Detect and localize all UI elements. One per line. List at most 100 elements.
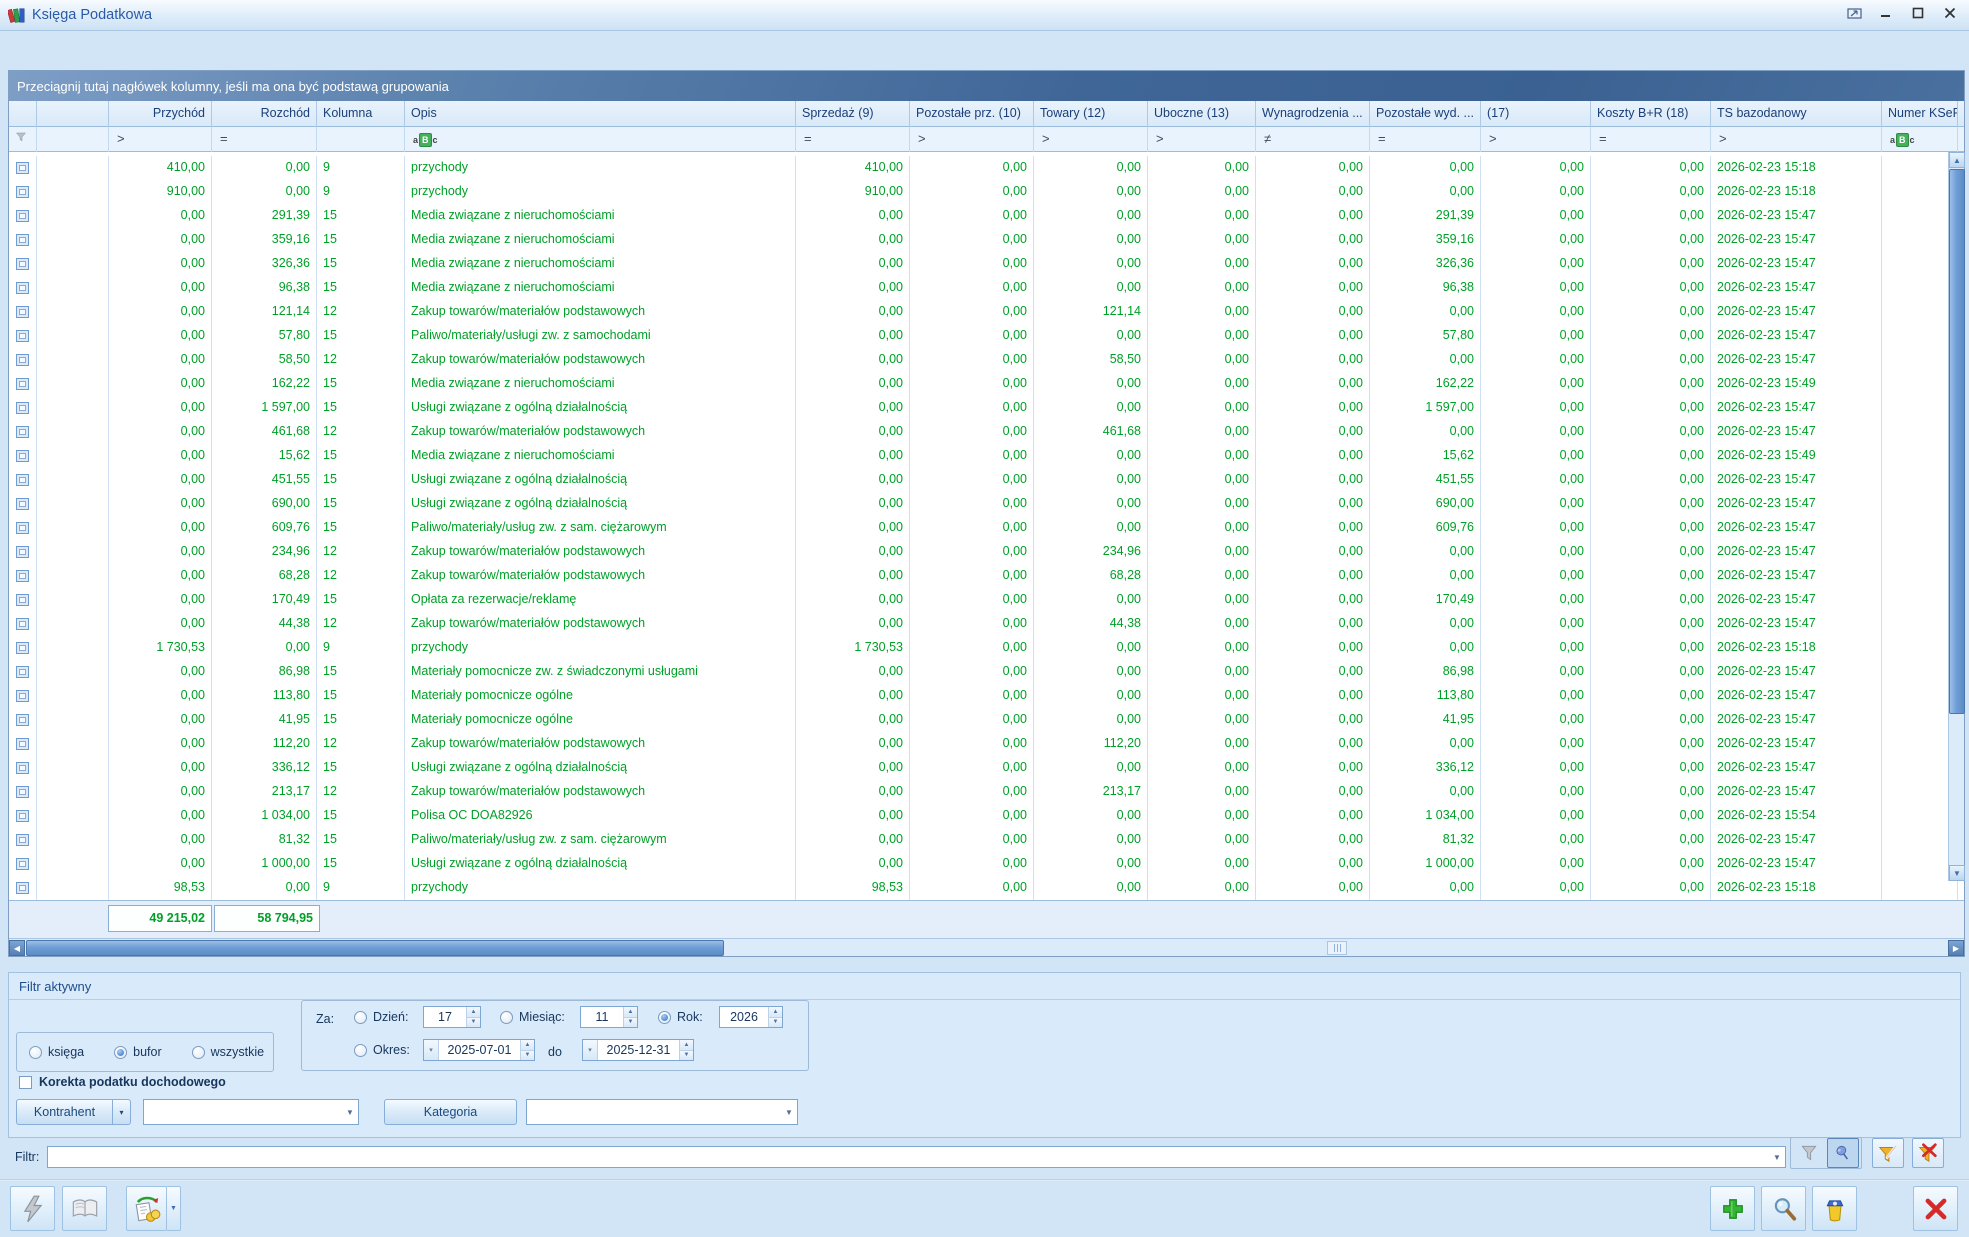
- construct-filter-button[interactable]: [1872, 1138, 1904, 1168]
- fullscreen-icon[interactable]: [1845, 4, 1863, 22]
- kontrahent-dropdown-icon[interactable]: ▾: [113, 1099, 131, 1125]
- filter-operator[interactable]: >: [1148, 127, 1256, 152]
- row-indicator-cell[interactable]: [9, 276, 37, 300]
- row-select-icon[interactable]: [16, 618, 29, 630]
- table-row[interactable]: 0,00162,2215Media związane z nieruchomoś…: [9, 372, 1964, 396]
- table-row[interactable]: 0,00121,1412Zakup towarów/materiałów pod…: [9, 300, 1964, 324]
- row-indicator-cell[interactable]: [9, 300, 37, 324]
- row-indicator-cell[interactable]: [9, 804, 37, 828]
- table-row[interactable]: 0,00451,5515Usługi związane z ogólną dzi…: [9, 468, 1964, 492]
- table-row[interactable]: 0,00690,0015Usługi związane z ogólną dzi…: [9, 492, 1964, 516]
- scrollbar-grip[interactable]: [1327, 941, 1347, 955]
- row-indicator-cell[interactable]: [9, 180, 37, 204]
- spin-arrows-icon[interactable]: ▲▼: [466, 1007, 480, 1027]
- row-indicator-cell[interactable]: [9, 876, 37, 900]
- korekta-checkbox-item[interactable]: Korekta podatku dochodowego: [19, 1075, 226, 1089]
- filter-operator[interactable]: >: [109, 127, 212, 152]
- column-header[interactable]: Kolumna: [317, 101, 405, 127]
- column-header[interactable]: TS bazodanowy: [1711, 101, 1882, 127]
- row-select-icon[interactable]: [16, 330, 29, 342]
- row-indicator-cell[interactable]: [9, 540, 37, 564]
- okres-from-date[interactable]: ▾ 2025-07-01 ▲▼: [423, 1039, 535, 1061]
- column-header[interactable]: Uboczne (13): [1148, 101, 1256, 127]
- row-select-icon[interactable]: [16, 738, 29, 750]
- row-indicator-cell[interactable]: [9, 444, 37, 468]
- view-button[interactable]: [1761, 1186, 1806, 1231]
- table-row[interactable]: 0,0068,2812Zakup towarów/materiałów pods…: [9, 564, 1964, 588]
- row-select-icon[interactable]: [16, 402, 29, 414]
- column-header[interactable]: Opis: [405, 101, 796, 127]
- renumber-dropdown-icon[interactable]: ▼: [167, 1186, 181, 1231]
- scope-option-wszystkie[interactable]: wszystkie: [192, 1045, 264, 1059]
- filter-row-funnel-icon[interactable]: [9, 127, 37, 152]
- kontrahent-split-button[interactable]: Kontrahent ▾: [16, 1099, 131, 1125]
- table-row[interactable]: 0,0086,9815Materiały pomocnicze zw. z św…: [9, 660, 1964, 684]
- table-row[interactable]: 0,00113,8015Materiały pomocnicze ogólne0…: [9, 684, 1964, 708]
- radio-miesiac-item[interactable]: Miesiąc:: [500, 1010, 565, 1024]
- row-indicator-cell[interactable]: [9, 156, 37, 180]
- row-indicator-cell[interactable]: [9, 708, 37, 732]
- filter-operator[interactable]: =: [796, 127, 910, 152]
- row-indicator-cell[interactable]: [9, 252, 37, 276]
- filter-operator[interactable]: =: [1370, 127, 1481, 152]
- row-select-icon[interactable]: [16, 282, 29, 294]
- column-header[interactable]: Pozostałe wyd. ...: [1370, 101, 1481, 127]
- table-row[interactable]: 0,00326,3615Media związane z nieruchomoś…: [9, 252, 1964, 276]
- column-header[interactable]: Pozostałe prz. (10): [910, 101, 1034, 127]
- row-indicator-cell[interactable]: [9, 732, 37, 756]
- scroll-down-icon[interactable]: ▼: [1949, 865, 1965, 881]
- row-indicator-cell[interactable]: [9, 324, 37, 348]
- okres-radio[interactable]: [354, 1044, 367, 1057]
- row-select-icon[interactable]: [16, 642, 29, 654]
- radio-okres-item[interactable]: Okres:: [354, 1043, 410, 1057]
- row-select-icon[interactable]: [16, 234, 29, 246]
- book-posting-button[interactable]: [10, 1186, 55, 1231]
- table-row[interactable]: 0,001 000,0015Usługi związane z ogólną d…: [9, 852, 1964, 876]
- column-header[interactable]: Wynagrodzenia ...: [1256, 101, 1370, 127]
- scroll-left-icon[interactable]: ◀: [9, 940, 25, 956]
- group-by-band[interactable]: Przeciągnij tutaj nagłówek kolumny, jeśl…: [9, 71, 1964, 101]
- row-indicator-cell[interactable]: [9, 372, 37, 396]
- column-header[interactable]: Towary (12): [1034, 101, 1148, 127]
- row-select-icon[interactable]: [16, 186, 29, 198]
- close-window-button[interactable]: [1913, 1186, 1958, 1231]
- table-row[interactable]: 0,00213,1712Zakup towarów/materiałów pod…: [9, 780, 1964, 804]
- row-select-icon[interactable]: [16, 762, 29, 774]
- row-select-icon[interactable]: [16, 570, 29, 582]
- filter-operator[interactable]: >: [910, 127, 1034, 152]
- row-select-icon[interactable]: [16, 714, 29, 726]
- column-header[interactable]: Przychód: [109, 101, 212, 127]
- dzien-spinner[interactable]: 17 ▲▼: [423, 1006, 481, 1028]
- row-indicator-cell[interactable]: [9, 228, 37, 252]
- column-header[interactable]: Numer KSeF: [1882, 101, 1958, 127]
- bufor-radio[interactable]: [114, 1046, 127, 1059]
- row-indicator-cell[interactable]: [9, 660, 37, 684]
- column-header[interactable]: Sprzedaż (9): [796, 101, 910, 127]
- chevron-down-icon[interactable]: ▼: [342, 1100, 358, 1124]
- row-select-icon[interactable]: [16, 498, 29, 510]
- table-row[interactable]: 0,00359,1615Media związane z nieruchomoś…: [9, 228, 1964, 252]
- column-header[interactable]: (17): [1481, 101, 1591, 127]
- row-select-icon[interactable]: [16, 594, 29, 606]
- row-select-icon[interactable]: [16, 882, 29, 894]
- table-row[interactable]: 0,00336,1215Usługi związane z ogólną dzi…: [9, 756, 1964, 780]
- table-row[interactable]: 0,0044,3812Zakup towarów/materiałów pods…: [9, 612, 1964, 636]
- scope-option-bufor[interactable]: bufor: [114, 1045, 162, 1059]
- rok-spinner[interactable]: 2026 ▲▼: [719, 1006, 783, 1028]
- radio-dzien-item[interactable]: Dzień:: [354, 1010, 408, 1024]
- row-indicator-cell[interactable]: [9, 780, 37, 804]
- filtr-input[interactable]: [48, 1147, 1769, 1167]
- rok-radio[interactable]: [658, 1011, 671, 1024]
- horizontal-scroll-thumb[interactable]: [26, 940, 724, 956]
- spin-arrows-icon[interactable]: ▲▼: [768, 1007, 782, 1027]
- row-select-icon[interactable]: [16, 354, 29, 366]
- row-select-icon[interactable]: [16, 858, 29, 870]
- row-indicator-cell[interactable]: [9, 564, 37, 588]
- add-button[interactable]: [1710, 1186, 1755, 1231]
- row-indicator-cell[interactable]: [9, 348, 37, 372]
- filter-operator[interactable]: >: [1711, 127, 1882, 152]
- filter-operator[interactable]: [317, 127, 405, 152]
- filter-operator[interactable]: =: [1591, 127, 1711, 152]
- vertical-scrollbar[interactable]: ▲ ▼: [1948, 152, 1964, 881]
- filter-funnel-button[interactable]: [1793, 1138, 1825, 1168]
